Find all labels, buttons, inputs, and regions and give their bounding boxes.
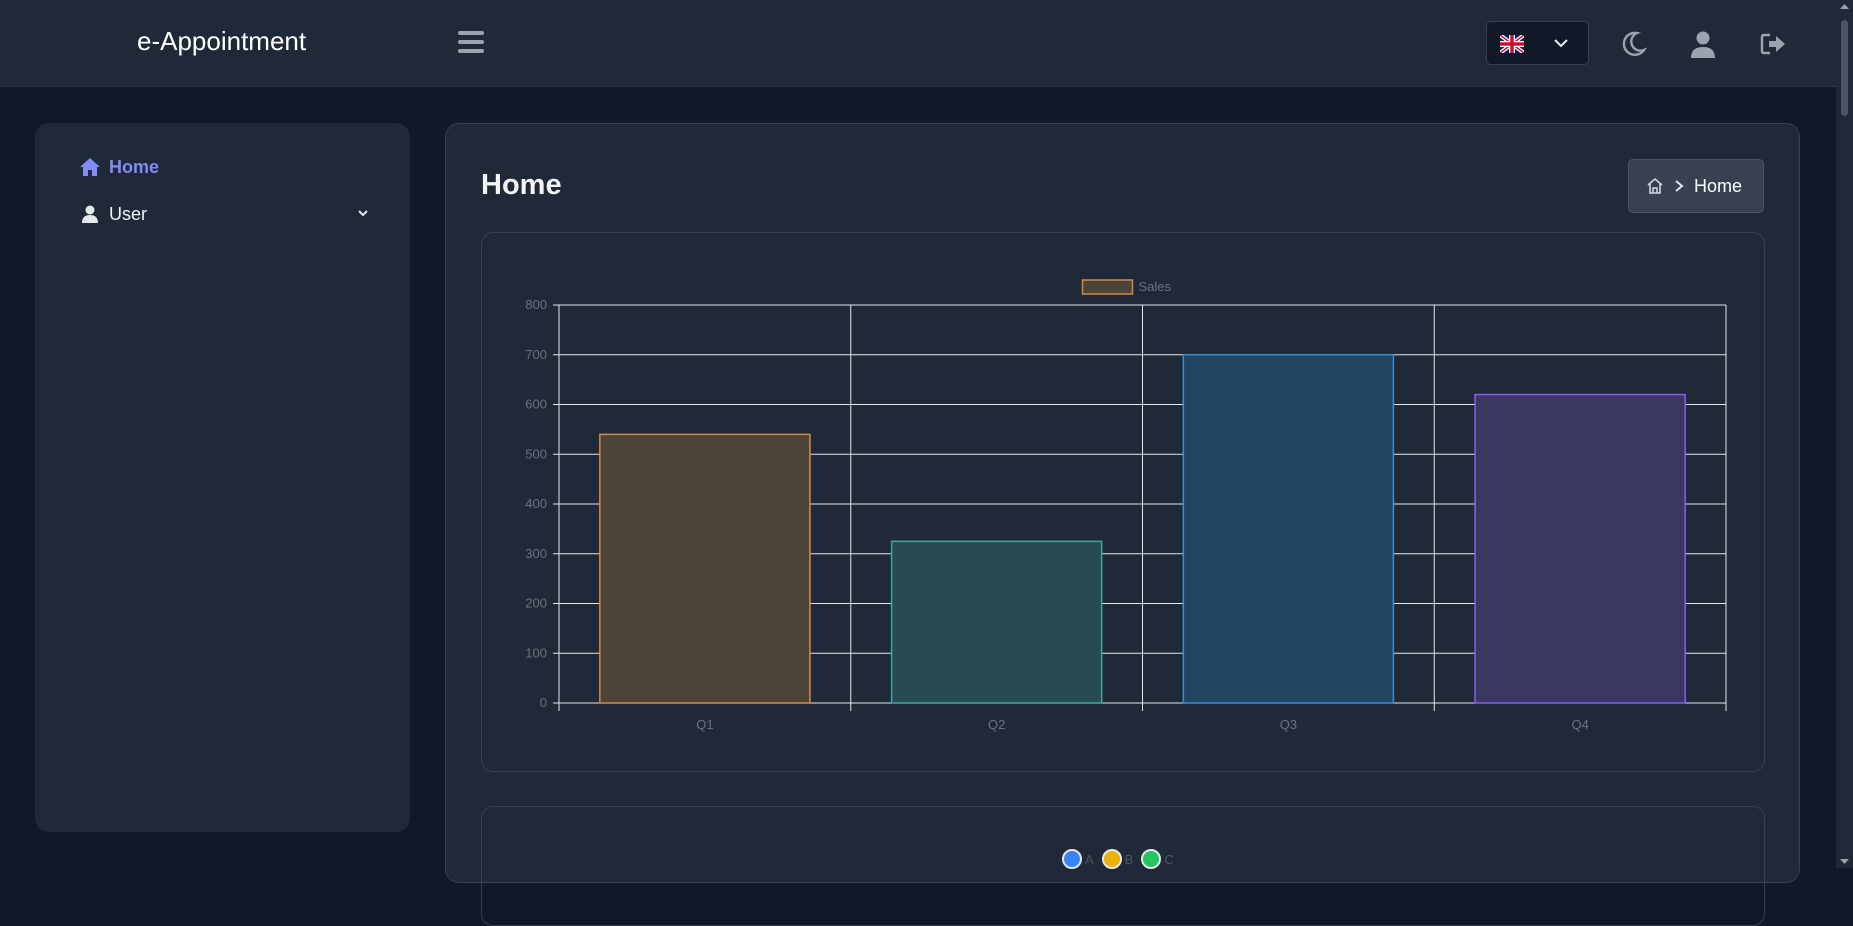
home-icon xyxy=(80,158,100,176)
bar-q2 xyxy=(890,540,1103,704)
page-title: Home xyxy=(481,169,562,201)
y-tick-label: 600 xyxy=(525,397,547,412)
logout-icon[interactable] xyxy=(1756,27,1790,61)
user-icon xyxy=(82,205,98,223)
chevron-right-icon xyxy=(1675,180,1684,192)
sidebar-item-user[interactable]: User xyxy=(79,199,369,229)
scroll-up-arrow-icon[interactable] xyxy=(1840,3,1849,10)
legend-dot-b xyxy=(1101,849,1122,869)
x-tick-label: Q2 xyxy=(988,717,1005,732)
language-selector[interactable] xyxy=(1486,21,1589,65)
brand-logo-text[interactable]: e-Appointment xyxy=(137,26,306,57)
main-content: Home Home 0 100 200 300 400 500 600 700 800 Q1 Q2 Q… xyxy=(445,123,1800,926)
sales-bar-chart: 0 100 200 300 400 500 600 700 800 Q1 Q2 Q3 Q4 Sales xyxy=(525,279,1727,732)
y-tick-label: 0 xyxy=(540,695,547,710)
scroll-down-arrow-icon[interactable] xyxy=(1840,858,1849,865)
bar-q4 xyxy=(1474,393,1686,704)
y-tick-label: 500 xyxy=(525,446,547,461)
bar-q3 xyxy=(1182,354,1395,704)
legend-swatch-sales xyxy=(1081,279,1134,295)
y-tick-label: 800 xyxy=(525,297,547,312)
breadcrumb-current: Home xyxy=(1694,175,1743,196)
page-scrollbar[interactable] xyxy=(1836,0,1853,868)
y-tick-label: 700 xyxy=(525,347,547,362)
x-tick-label: Q1 xyxy=(696,717,713,732)
second-chart-card: A B C xyxy=(481,806,1765,926)
top-navbar: e-Appointment xyxy=(0,0,1836,87)
x-tick-label: Q3 xyxy=(1280,717,1297,732)
legend-dot-c xyxy=(1141,849,1162,869)
uk-flag-icon xyxy=(1500,35,1524,53)
sidebar-item-label: User xyxy=(109,203,148,224)
y-tick-label: 200 xyxy=(525,596,547,611)
sidebar-item-label: Home xyxy=(109,156,160,177)
scrollbar-thumb[interactable] xyxy=(1841,20,1848,116)
chevron-down-icon xyxy=(358,210,368,217)
y-tick-label: 400 xyxy=(525,496,547,511)
sales-chart-card: 0 100 200 300 400 500 600 700 800 Q1 Q2 Q3 Q4 Sales xyxy=(481,232,1765,772)
chevron-down-icon xyxy=(1554,39,1568,48)
breadcrumb: Home xyxy=(1628,159,1764,213)
legend-label-a: A xyxy=(1085,851,1094,867)
legend-label-b: B xyxy=(1124,851,1134,867)
profile-user-icon[interactable] xyxy=(1686,27,1720,61)
y-tick-label: 300 xyxy=(525,546,547,561)
y-tick-label: 100 xyxy=(525,645,547,660)
menu-toggle-icon[interactable] xyxy=(458,28,484,56)
second-chart-legend: A B C xyxy=(1062,849,1182,869)
bar-q1 xyxy=(599,433,811,704)
legend-dot-a xyxy=(1062,849,1082,869)
legend-label-sales: Sales xyxy=(1139,279,1172,294)
sidebar: Home User xyxy=(35,123,410,832)
dark-mode-moon-icon[interactable] xyxy=(1617,27,1651,61)
breadcrumb-home-icon[interactable] xyxy=(1646,177,1664,195)
x-tick-label: Q4 xyxy=(1571,717,1588,732)
sidebar-item-home[interactable]: Home xyxy=(79,152,369,182)
legend-label-c: C xyxy=(1164,851,1174,867)
